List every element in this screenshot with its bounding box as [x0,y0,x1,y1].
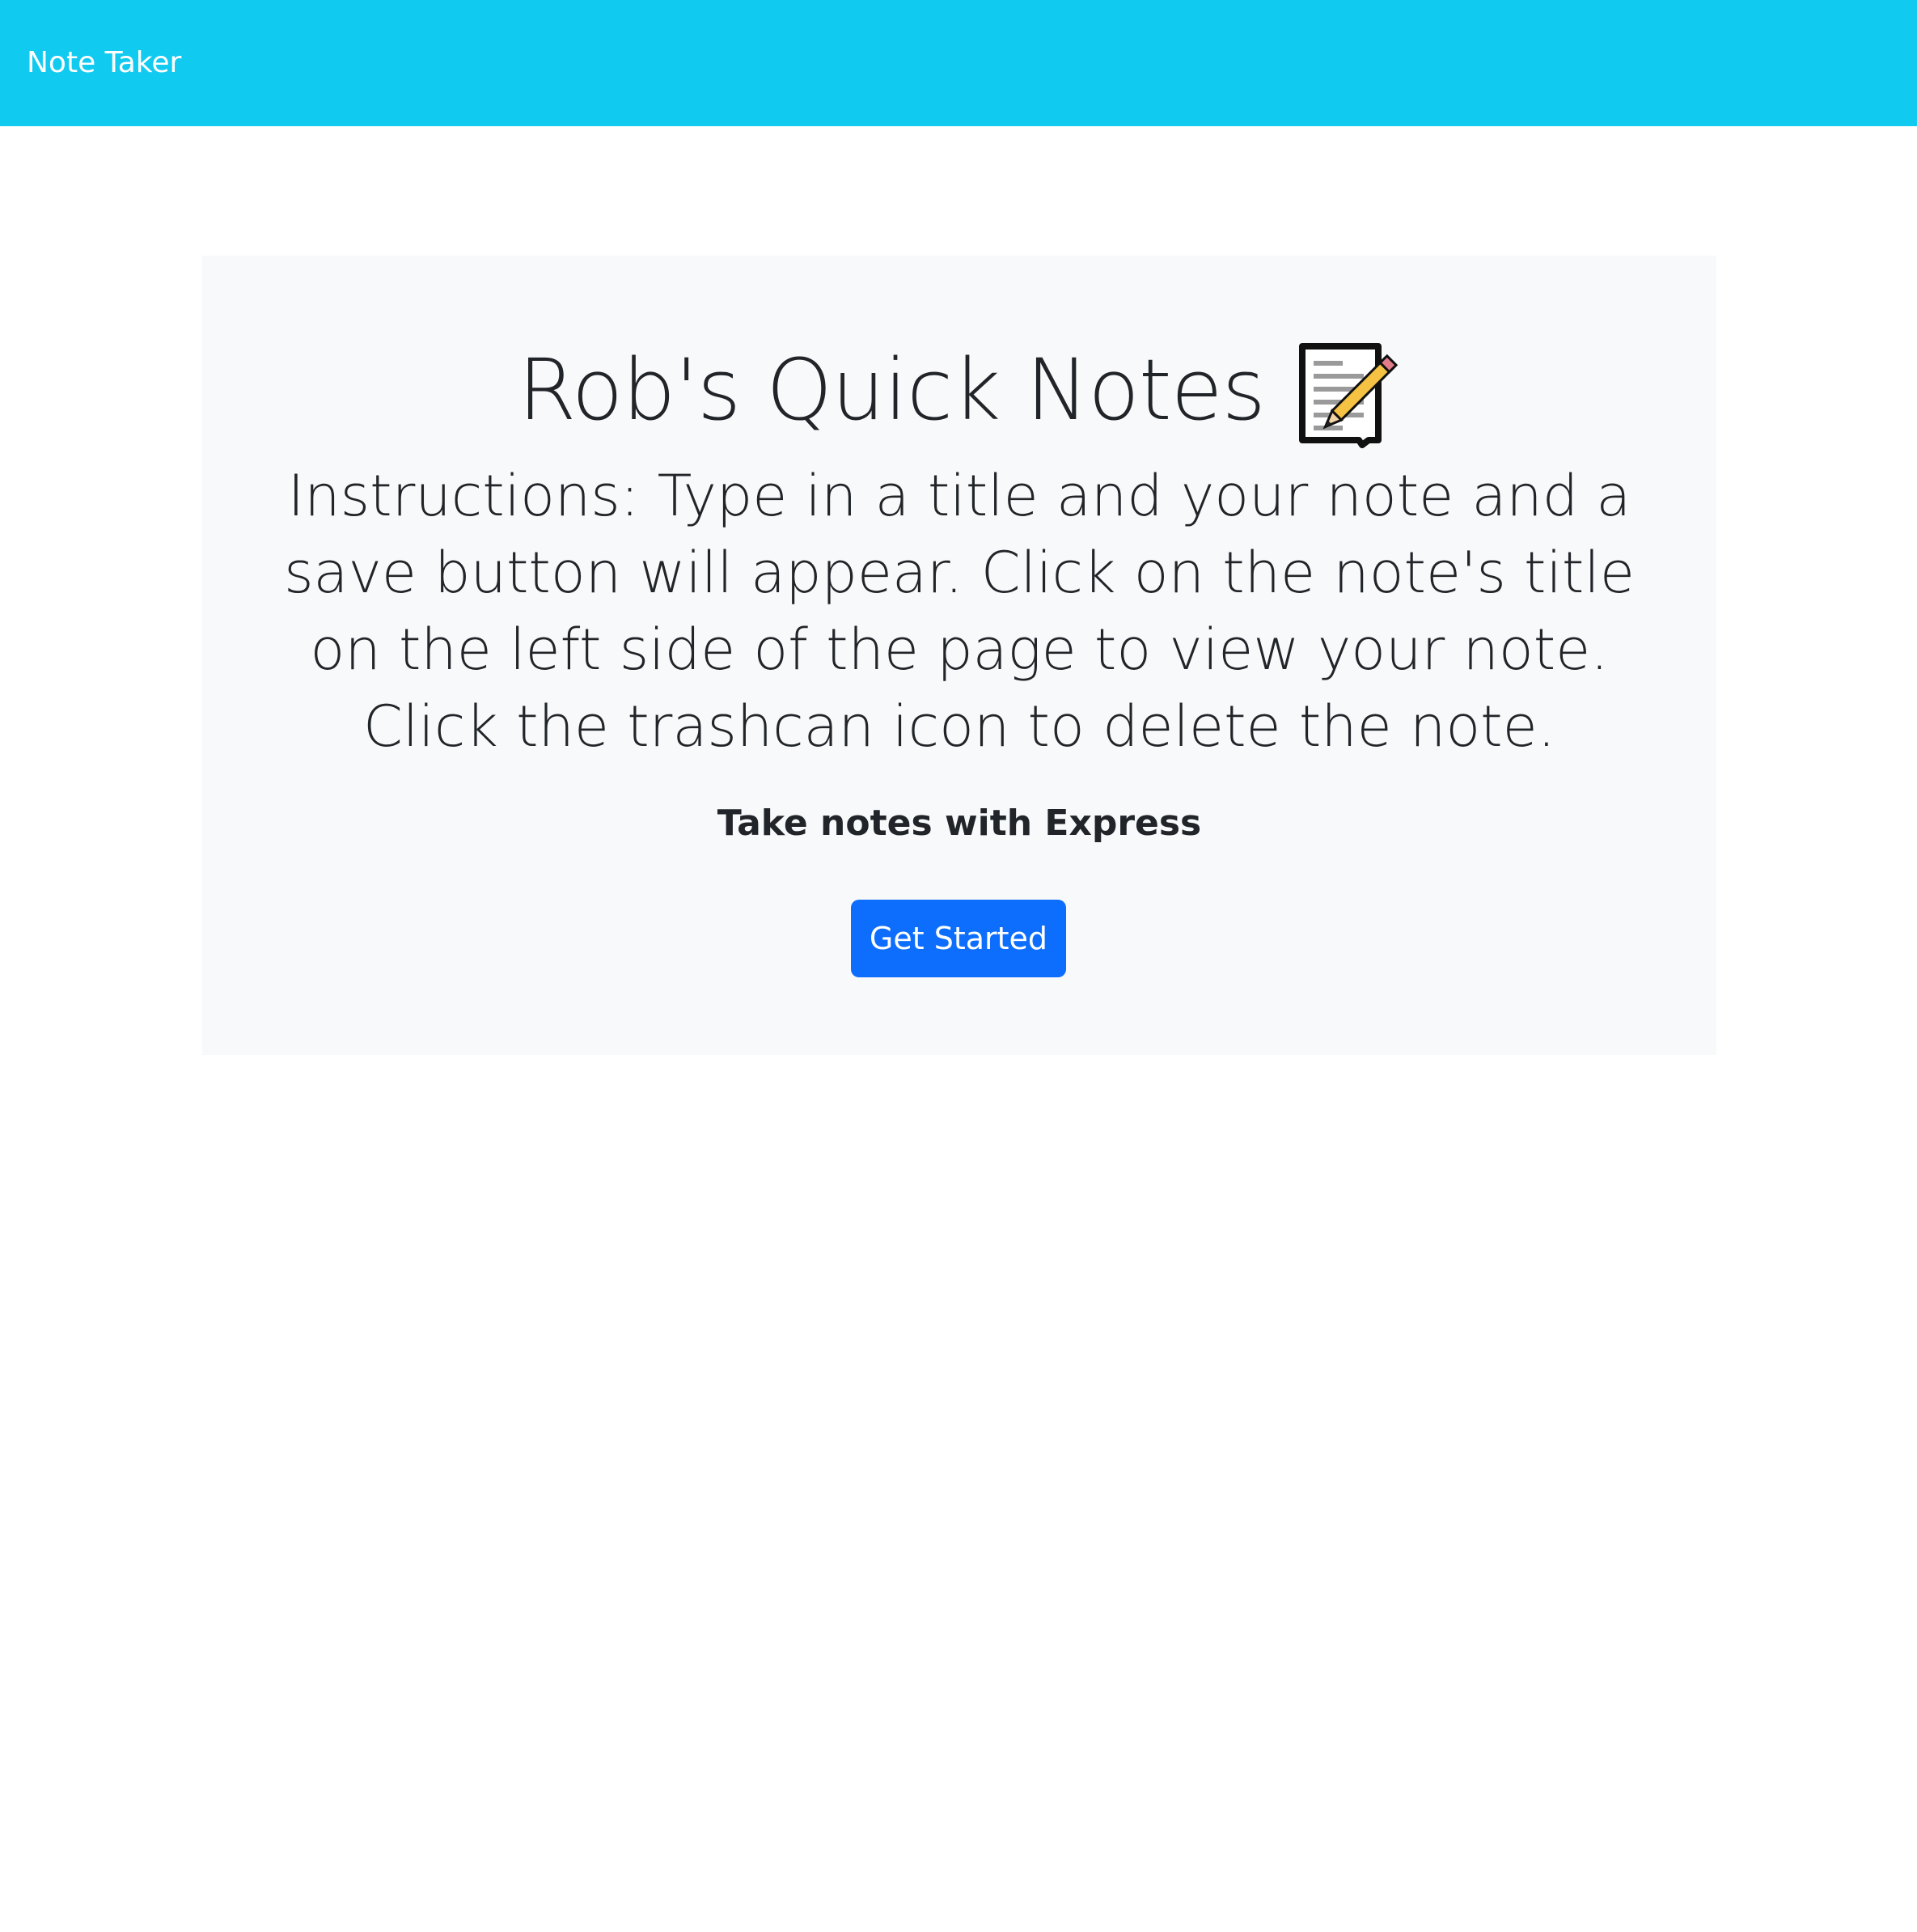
subtitle: Take notes with Express [717,803,1202,844]
instructions-text: Instructions: Type in a title and your n… [284,463,1635,760]
memo-icon [1294,341,1401,448]
hero-jumbotron: Rob's Quick Notes Instructions: Type in … [202,256,1716,1055]
navbar: Note Taker [0,0,1917,126]
navbar-brand[interactable]: Note Taker [27,49,181,78]
page-title: Rob's Quick Notes [518,340,1266,439]
title-row: Rob's Quick Notes [202,337,1716,448]
get-started-button[interactable]: Get Started [851,900,1066,977]
